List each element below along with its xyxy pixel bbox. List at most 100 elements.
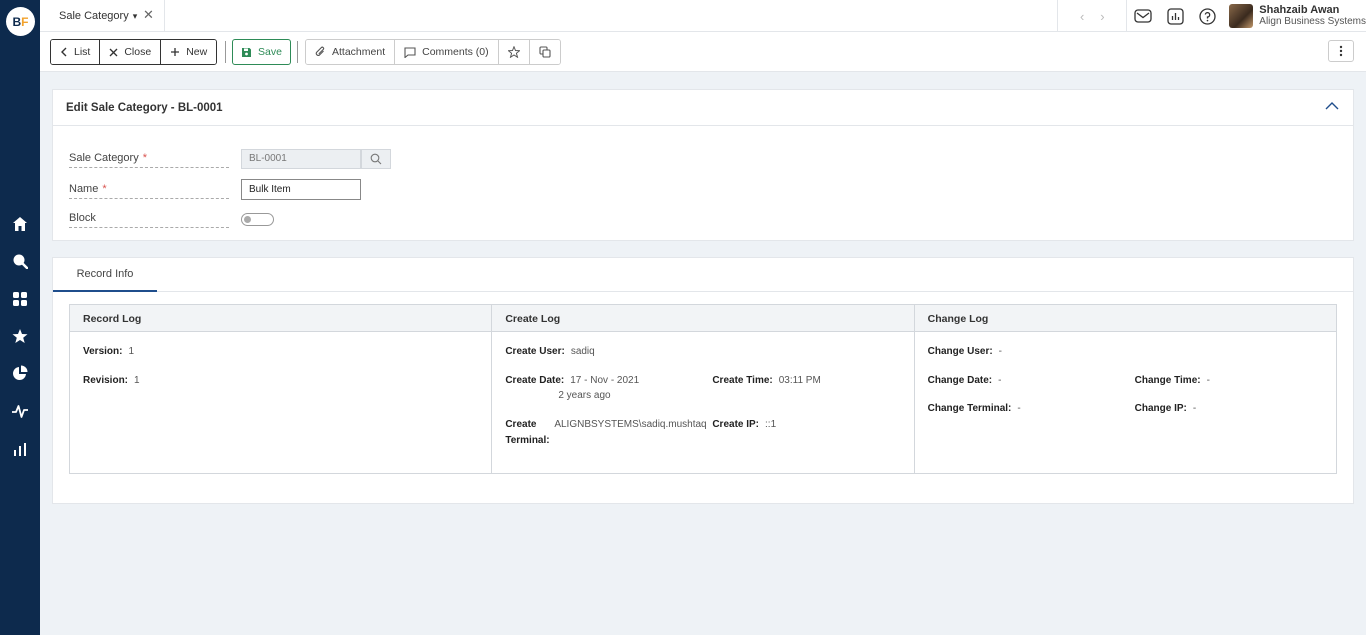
copy-icon bbox=[539, 46, 551, 58]
edit-panel: Edit Sale Category - BL-0001 Sale Catego… bbox=[52, 89, 1354, 241]
block-label: Block bbox=[69, 212, 229, 228]
create-log-header: Create Log bbox=[492, 305, 914, 332]
close-button-label: Close bbox=[124, 46, 152, 58]
change-date-row: Change Date: - bbox=[928, 375, 1002, 386]
divider bbox=[225, 41, 226, 63]
chevron-left-icon[interactable]: ‹ bbox=[1080, 9, 1084, 24]
version-row: Version: 1 bbox=[83, 346, 134, 357]
revision-label: Revision: bbox=[83, 375, 129, 386]
tab-title: Sale Category bbox=[59, 10, 129, 22]
record-log-header: Record Log bbox=[70, 305, 492, 332]
tab-record-info[interactable]: Record Info bbox=[53, 258, 157, 292]
change-user-row: Change User: - bbox=[928, 346, 1002, 357]
create-date-row: Create Date: 17 - Nov - 2021 bbox=[505, 375, 639, 386]
plus-icon bbox=[171, 48, 180, 56]
navigation-button-group: List Close New bbox=[50, 39, 218, 65]
change-time-row: Change Time: - bbox=[1135, 375, 1210, 386]
attachment-button[interactable]: Attachment bbox=[306, 40, 396, 64]
user-menu[interactable]: Shahzaib Awan Align Business Systems bbox=[1229, 4, 1366, 28]
block-toggle[interactable] bbox=[241, 213, 274, 226]
revision-row: Revision: 1 bbox=[83, 375, 140, 386]
star-icon bbox=[507, 46, 520, 58]
create-ip-label: Create IP: bbox=[712, 419, 760, 430]
change-log-header: Change Log bbox=[914, 305, 1336, 332]
change-user-label: Change User: bbox=[927, 346, 993, 357]
divider bbox=[297, 41, 298, 63]
copy-button[interactable] bbox=[529, 40, 560, 64]
change-log-column: Change Log Change User: - Change Date: - C… bbox=[914, 305, 1336, 473]
more-options-button[interactable] bbox=[1328, 40, 1354, 62]
create-time-value: 03:11 PM bbox=[778, 375, 821, 386]
edit-panel-header: Edit Sale Category - BL-0001 bbox=[53, 90, 1353, 126]
avatar bbox=[1229, 4, 1254, 28]
sale-category-field: BL-0001 bbox=[241, 149, 361, 169]
revision-value: 1 bbox=[134, 375, 140, 386]
change-time-label: Change Time: bbox=[1134, 375, 1201, 386]
search-icon[interactable] bbox=[10, 251, 30, 271]
activity-icon[interactable] bbox=[10, 401, 30, 421]
required-marker: * bbox=[102, 183, 107, 195]
change-ip-value: - bbox=[1192, 403, 1197, 414]
lookup-button[interactable] bbox=[361, 149, 391, 169]
user-name: Shahzaib Awan bbox=[1259, 4, 1340, 16]
create-terminal-label-1: Create bbox=[505, 419, 537, 430]
list-button[interactable]: List bbox=[51, 40, 101, 64]
toolbar: List Close New Save Attachment Comments … bbox=[40, 32, 1366, 72]
version-value: 1 bbox=[128, 346, 135, 357]
save-button[interactable]: Save bbox=[232, 39, 291, 65]
help-icon[interactable] bbox=[1191, 0, 1223, 32]
bar-chart-icon[interactable] bbox=[10, 439, 30, 459]
top-right-area: ‹ › Shahzaib Awan Align Business Systems bbox=[1057, 0, 1366, 32]
comment-icon bbox=[404, 46, 416, 58]
create-date-label: Create Date: bbox=[505, 375, 565, 386]
change-user-value: - bbox=[998, 346, 1003, 357]
create-date-value: 17 - Nov - 2021 bbox=[570, 375, 640, 386]
star-icon[interactable] bbox=[10, 326, 30, 346]
change-date-value: - bbox=[998, 375, 1002, 386]
list-button-label: List bbox=[74, 46, 91, 58]
change-terminal-value: - bbox=[1017, 403, 1021, 414]
required-marker: * bbox=[142, 152, 147, 164]
block-label-text: Block bbox=[69, 212, 96, 224]
chevron-down-icon[interactable]: ▾ bbox=[133, 11, 138, 22]
pie-chart-icon[interactable] bbox=[10, 363, 30, 383]
logo-letter-b: B bbox=[12, 14, 22, 29]
close-button[interactable]: Close bbox=[100, 40, 162, 64]
create-ip-value: ::1 bbox=[765, 419, 777, 430]
name-label-text: Name bbox=[69, 183, 99, 195]
report-icon[interactable] bbox=[1159, 0, 1191, 32]
apps-grid-icon[interactable] bbox=[10, 289, 30, 309]
sale-category-label: Sale Category * bbox=[69, 152, 229, 168]
extras-button-group: Attachment Comments (0) bbox=[305, 39, 561, 65]
top-bar: Sale Category ▾ ✕ ‹ › Shahzaib Awan Alig… bbox=[40, 0, 1366, 32]
name-label: Name * bbox=[69, 183, 229, 199]
chevron-left-icon bbox=[61, 47, 67, 57]
create-log-column: Create Log Create User: sadiq Create Date… bbox=[492, 305, 915, 473]
record-tabs: Record Info bbox=[53, 258, 1353, 292]
change-terminal-label: Change Terminal: bbox=[927, 403, 1012, 414]
tab-sale-category[interactable]: Sale Category ▾ ✕ bbox=[46, 0, 165, 32]
close-icon[interactable]: ✕ bbox=[143, 7, 157, 23]
chevron-up-icon[interactable] bbox=[1325, 101, 1339, 113]
change-terminal-row: Change Terminal: - bbox=[928, 403, 1021, 414]
create-user-row: Create User: sadiq bbox=[505, 346, 594, 357]
create-terminal-label-2: Terminal: bbox=[505, 435, 550, 446]
record-info-panel: Record Info Record Log Version: 1 Revisio… bbox=[52, 257, 1354, 504]
save-button-label: Save bbox=[258, 46, 282, 58]
sidebar: BF bbox=[0, 0, 40, 635]
name-field[interactable]: Bulk Item bbox=[241, 179, 361, 200]
create-time-label: Create Time: bbox=[712, 375, 773, 386]
favorite-button[interactable] bbox=[498, 40, 530, 64]
record-navigation: ‹ › bbox=[1057, 0, 1128, 32]
home-icon[interactable] bbox=[10, 214, 30, 234]
create-terminal-value: ALIGNBSYSTEMS\sadiq.mushtaq bbox=[554, 419, 707, 430]
chevron-right-icon[interactable]: › bbox=[1100, 9, 1104, 24]
paperclip-icon bbox=[315, 46, 325, 56]
create-time-row: Create Time: 03:11 PM bbox=[712, 375, 820, 386]
create-user-value: sadiq bbox=[570, 346, 595, 357]
comments-button[interactable]: Comments (0) bbox=[395, 40, 499, 64]
new-button[interactable]: New bbox=[161, 40, 217, 64]
mail-icon[interactable] bbox=[1127, 0, 1159, 32]
comments-button-label: Comments (0) bbox=[422, 46, 489, 58]
app-logo[interactable]: BF bbox=[6, 7, 35, 36]
